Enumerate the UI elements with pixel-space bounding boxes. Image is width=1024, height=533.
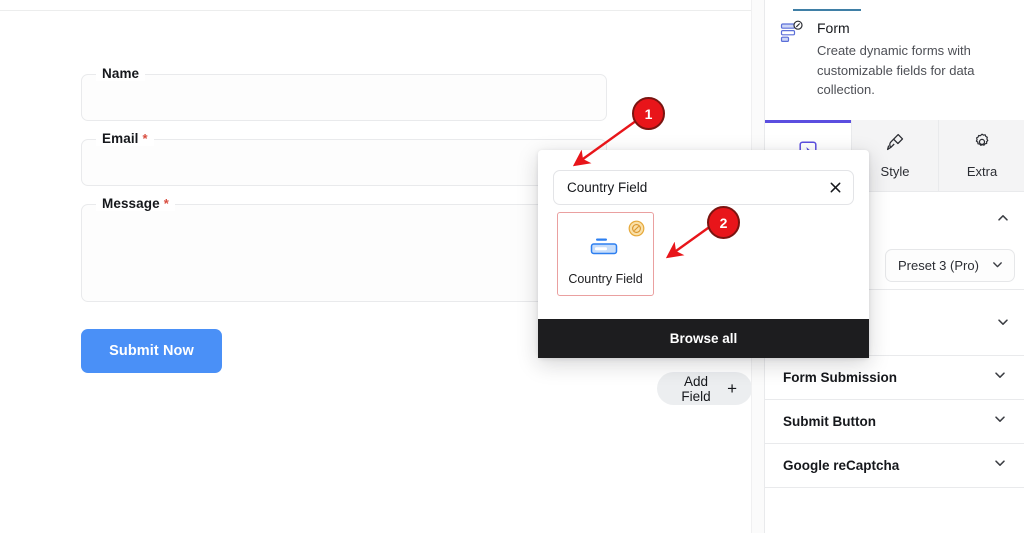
section-submit-button[interactable]: Submit Button — [765, 400, 1024, 444]
tab-extra[interactable]: Extra — [939, 120, 1024, 191]
section-google-recaptcha[interactable]: Google reCaptcha — [765, 444, 1024, 488]
screen-root: Name Email * Message * Submit Now Add Fiel… — [0, 0, 1024, 533]
browse-all-button[interactable]: Browse all — [538, 319, 869, 358]
widget-title: Form — [817, 20, 850, 36]
required-marker: * — [142, 131, 148, 146]
plus-icon: + — [727, 379, 737, 398]
section-form-submission[interactable]: Form Submission — [765, 356, 1024, 400]
chevron-down-icon — [993, 412, 1007, 431]
section-form-submission-title: Form Submission — [783, 370, 898, 385]
chevron-up-icon[interactable] — [996, 211, 1010, 230]
form-field-name-label: Name — [96, 66, 146, 81]
annotation-badge-2: 2 — [707, 206, 740, 239]
field-result-tile-label: Country Field — [568, 272, 643, 286]
widget-header-text: Form Create dynamic forms with customiza… — [817, 18, 985, 100]
country-field-icon — [588, 235, 624, 266]
tab-style-label: Style — [880, 164, 910, 179]
annotation-badge-1: 1 — [632, 97, 665, 130]
widget-header: Form Create dynamic forms with customiza… — [765, 18, 1024, 100]
gear-icon — [972, 132, 992, 157]
form-field-message-label: Message * — [96, 196, 175, 211]
sidebar-accent-line — [793, 9, 861, 11]
form-widget-icon — [779, 20, 805, 51]
add-field-label: Add Field — [681, 373, 711, 404]
chevron-down-icon[interactable] — [996, 315, 1010, 334]
section-google-recaptcha-title: Google reCaptcha — [783, 458, 900, 473]
chevron-down-icon — [993, 368, 1007, 387]
paint-brush-icon — [885, 132, 905, 157]
field-search-value: Country Field — [567, 180, 648, 195]
field-search-input[interactable]: Country Field — [553, 170, 854, 205]
chevron-down-icon — [991, 258, 1004, 274]
preset-dropdown-value: Preset 3 (Pro) — [898, 258, 979, 273]
field-result-tile-country-field[interactable]: Country Field — [557, 212, 654, 296]
preset-dropdown[interactable]: Preset 3 (Pro) — [885, 249, 1015, 282]
form-field-name[interactable]: Name — [81, 66, 607, 121]
pro-badge-icon — [628, 220, 645, 242]
add-field-button[interactable]: Add Field + — [657, 372, 752, 405]
tab-extra-label: Extra — [966, 164, 998, 179]
form-field-email-label: Email * — [96, 131, 154, 146]
section-submit-button-title: Submit Button — [783, 414, 876, 429]
form-field-email[interactable]: Email * — [81, 131, 607, 186]
submit-now-button[interactable]: Submit Now — [81, 329, 222, 373]
widget-description: Create dynamic forms with customizable f… — [817, 43, 975, 97]
required-marker: * — [163, 196, 169, 211]
close-icon[interactable] — [828, 180, 843, 195]
chevron-down-icon — [993, 456, 1007, 475]
canvas-top-divider — [0, 10, 752, 11]
form-field-message[interactable]: Message * — [81, 196, 607, 302]
